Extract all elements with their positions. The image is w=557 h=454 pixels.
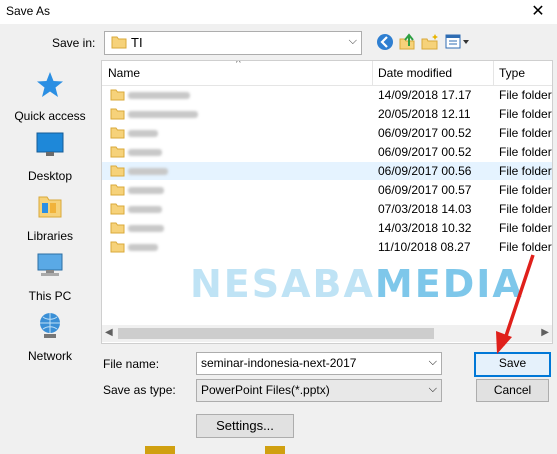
taskbar-fragment — [145, 446, 285, 454]
annotation-arrow-icon — [496, 254, 535, 354]
